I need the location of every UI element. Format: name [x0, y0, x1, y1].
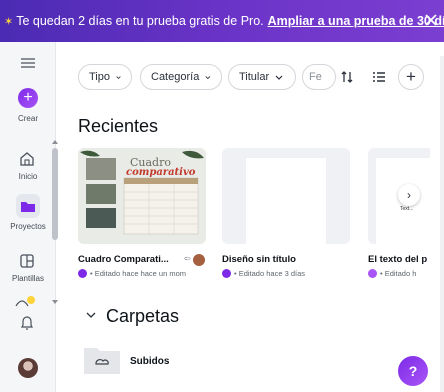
scroll-up-icon[interactable]	[52, 140, 58, 144]
close-icon[interactable]	[424, 13, 438, 27]
filter-type-label: Tipo	[89, 71, 110, 83]
trial-banner: ✶ Te quedan 2 días en tu prueba gratis d…	[0, 0, 444, 42]
filter-date-label: Fe	[309, 71, 322, 83]
card-meta: • Editado hace hace un mom	[78, 269, 206, 278]
thumbnail-subtitle: comparativo	[126, 167, 196, 178]
create-button[interactable]: +	[18, 88, 38, 108]
avatar[interactable]	[18, 358, 38, 378]
list-view-button[interactable]	[366, 64, 392, 90]
filter-owner-label: Titular	[239, 71, 270, 83]
templates-icon[interactable]	[18, 252, 36, 270]
chevron-down-icon	[116, 75, 121, 79]
carpetas-title: Carpetas	[106, 306, 180, 326]
thumbnail-note: Text...	[400, 206, 414, 212]
filter-category-chip[interactable]: Categoría	[140, 64, 222, 90]
home-icon[interactable]	[18, 150, 36, 168]
star-icon: ✶	[4, 15, 14, 28]
card-title[interactable]: Diseño sin título	[222, 254, 350, 265]
menu-icon[interactable]	[21, 58, 35, 68]
help-button[interactable]: ?	[398, 356, 428, 386]
recent-card-diseno[interactable]	[222, 148, 350, 244]
folder-icon	[21, 202, 35, 212]
canva-logo-icon	[222, 269, 231, 278]
chevron-right-icon: ›	[407, 188, 411, 202]
sidebar-item-label-create: Crear	[17, 114, 38, 123]
card-meta-text: • Editado h	[380, 269, 417, 278]
canva-projects-page: ✶ Te quedan 2 días en tu prueba gratis d…	[0, 0, 444, 392]
shared-arrow-icon: ⇦	[184, 254, 191, 263]
filter-date-chip[interactable]: Fe	[302, 64, 336, 90]
filter-owner-chip[interactable]: Titular	[228, 64, 296, 90]
add-button[interactable]: +	[398, 64, 424, 90]
blank-page-thumbnail	[246, 158, 326, 244]
chevron-down-icon	[275, 75, 283, 80]
sort-icon	[341, 71, 353, 83]
carousel-next-button[interactable]: ›	[398, 184, 420, 206]
filter-category-label: Categoría	[151, 71, 200, 83]
sidebar-item-label-templates: Plantillas	[11, 274, 44, 283]
recientes-title: Recientes	[78, 116, 159, 136]
extend-trial-link[interactable]: Ampliar a una prueba de 30 días	[268, 14, 444, 28]
plus-icon: +	[23, 89, 33, 106]
card-meta: • Editado h	[368, 269, 430, 278]
recent-card-cuadro[interactable]: Cuadro comparativo	[78, 148, 206, 244]
filter-type-chip[interactable]: Tipo	[78, 64, 132, 90]
sort-button[interactable]	[334, 64, 360, 90]
banner-text: Te quedan 2 días en tu prueba gratis de …	[16, 14, 264, 28]
collaborator-avatar	[192, 253, 206, 267]
sidebar-item-label-projects: Proyectos	[10, 222, 46, 231]
brand-kit-icon[interactable]	[14, 292, 40, 310]
canva-logo-icon	[368, 269, 377, 278]
list-view-icon	[373, 72, 385, 82]
card-title[interactable]: El texto del p	[368, 254, 430, 265]
sidebar-item-label-home: Inicio	[18, 172, 38, 181]
card-meta-text: • Editado hace hace un mom	[90, 269, 187, 278]
chevron-down-icon	[205, 75, 211, 79]
card-meta: • Editado hace 3 días	[222, 269, 350, 278]
card-title[interactable]: Cuadro Comparati...	[78, 254, 182, 265]
chevron-down-icon[interactable]	[86, 312, 96, 319]
sidebar-scrollbar[interactable]	[52, 148, 58, 240]
scroll-down-icon[interactable]	[52, 300, 58, 304]
bell-icon[interactable]	[18, 314, 36, 332]
folder-label-subidos[interactable]: Subidos	[130, 356, 169, 367]
card-meta-text: • Editado hace 3 días	[234, 269, 306, 278]
canva-logo-icon	[78, 269, 87, 278]
folder-icon[interactable]	[84, 344, 120, 374]
plus-icon: +	[406, 67, 416, 86]
sidebar: + Crear Inicio Proyectos Plantillas	[0, 42, 58, 392]
page-scrollbar[interactable]	[440, 56, 444, 392]
